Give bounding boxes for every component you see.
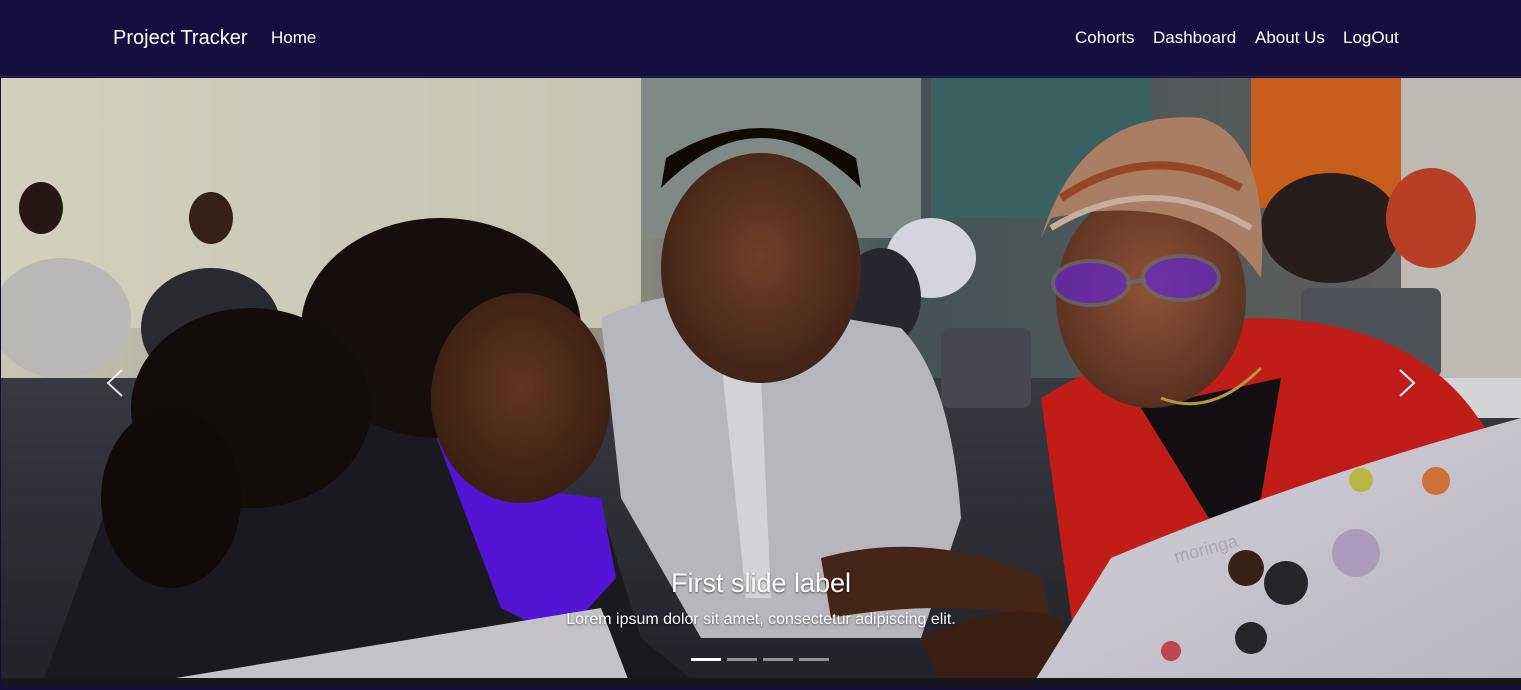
chevron-right-icon	[1399, 369, 1416, 397]
slide-caption-text: Lorem ipsum dolor sit amet, consectetur …	[566, 611, 956, 628]
carousel-next-button[interactable]	[1386, 358, 1426, 408]
carousel-prev-button[interactable]	[96, 358, 136, 408]
hero-carousel: moringa First slide label Lorem ipsum do…	[1, 78, 1521, 687]
nav-home-link[interactable]: Home	[271, 28, 316, 48]
carousel-indicator-3[interactable]	[763, 658, 793, 661]
brand-link[interactable]: Project Tracker	[113, 26, 247, 50]
chevron-left-icon	[106, 369, 123, 397]
nav-dashboard-link[interactable]: Dashboard	[1153, 28, 1236, 48]
carousel-indicator-1[interactable]	[691, 658, 721, 661]
nav-logout-link[interactable]: LogOut	[1343, 28, 1399, 48]
slide-caption-title: First slide label	[670, 568, 852, 598]
nav-cohorts-link[interactable]: Cohorts	[1075, 28, 1135, 48]
nav-about-us-link[interactable]: About Us	[1255, 28, 1325, 48]
carousel-indicator-2[interactable]	[727, 658, 757, 661]
top-navbar: Project Tracker Home Cohorts Dashboard A…	[0, 0, 1521, 77]
carousel-indicators	[691, 658, 831, 664]
carousel-indicator-4[interactable]	[799, 658, 829, 661]
